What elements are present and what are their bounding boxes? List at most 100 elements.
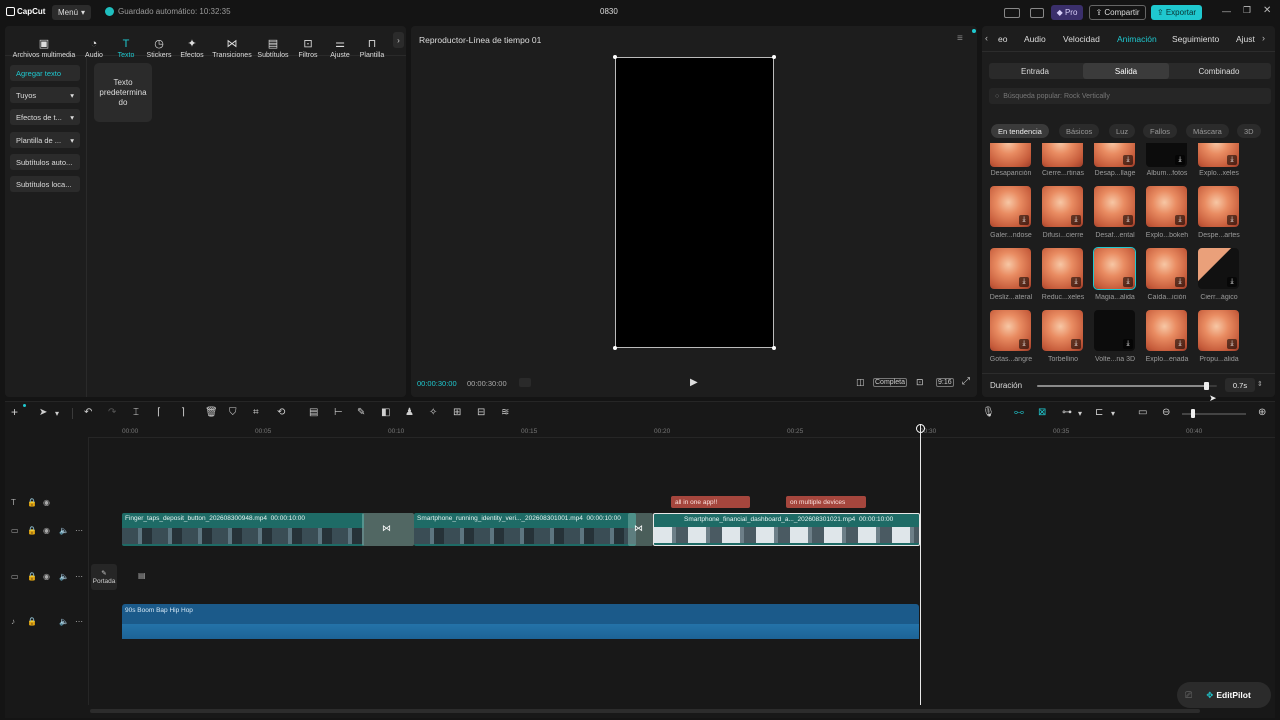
eye-icon[interactable]: ◉ [43, 526, 50, 535]
fit-icon[interactable]: ⊡ [916, 377, 924, 388]
zoom-slider-knob[interactable] [1191, 409, 1195, 418]
chip-3d[interactable]: 3D [1237, 124, 1261, 138]
animation-thumb[interactable]: ⤓ [990, 310, 1031, 351]
microphone-icon[interactable]: 🎙 [982, 407, 995, 418]
mirror-icon[interactable]: ◧ [381, 407, 390, 418]
segment-out[interactable]: Salida [1083, 63, 1169, 79]
animation-thumb[interactable]: ⤓ [1042, 186, 1083, 227]
sidebar-item-yours[interactable]: Tuyos ▾ [10, 87, 80, 103]
tab-video[interactable]: eo [998, 34, 1007, 44]
undo-icon[interactable]: ↶ [84, 407, 92, 418]
lock-icon[interactable]: 🔒 [27, 526, 37, 535]
playhead[interactable] [920, 425, 921, 705]
tab-effects[interactable]: ✦ Efectos [178, 29, 206, 60]
trim-left-icon[interactable]: ⌈ [157, 407, 161, 418]
select-tool-icon[interactable]: ➤ [39, 407, 47, 418]
chat-icon[interactable]: ⎚ [1185, 690, 1192, 701]
magnet-icon[interactable]: ⊠ [1038, 407, 1046, 418]
link-icon[interactable]: ⊶ [1062, 407, 1072, 418]
toolbar-next-icon[interactable]: › [393, 32, 404, 48]
screen-icon[interactable] [1030, 8, 1044, 18]
maximize-icon[interactable]: ❐ [1243, 5, 1251, 16]
editpilot-button[interactable]: ✥ EditPilot [1206, 690, 1251, 701]
tab-stickers[interactable]: ◷ Stickers [144, 29, 174, 60]
tabs-next-icon[interactable]: › [1262, 33, 1265, 43]
tab-subtitles[interactable]: ▤ Subtítulos [256, 29, 290, 60]
tab-text[interactable]: T Texto [113, 29, 139, 60]
video-clip[interactable]: Finger_taps_deposit_button_202608300948.… [122, 513, 364, 546]
editpilot-widget[interactable]: ⎚ ✥ EditPilot [1177, 682, 1271, 708]
tab-tracking[interactable]: Seguimiento [1172, 34, 1219, 44]
tab-adjust[interactable]: Ajust [1236, 34, 1258, 44]
chip-trending[interactable]: En tendencia [991, 124, 1049, 138]
tab-filters[interactable]: ⊡ Filtros [295, 29, 321, 60]
sidebar-item-add-text[interactable]: Agregar texto [10, 65, 80, 81]
animation-thumb[interactable]: ⤓ [1198, 248, 1239, 289]
tab-adjust[interactable]: ⚌ Ajuste [327, 29, 353, 60]
freeze-icon[interactable]: ⊢ [334, 407, 343, 418]
timeline-scrollbar[interactable] [90, 709, 1200, 713]
duration-slider-knob[interactable] [1204, 382, 1210, 390]
cover-button[interactable]: ✎ Portada [91, 564, 117, 590]
preview-canvas[interactable] [615, 57, 774, 348]
more-icon[interactable]: ⋯ [75, 617, 83, 626]
sidebar-item-local-subtitles[interactable]: Subtítulos loca... [10, 176, 80, 192]
animation-thumb[interactable]: ⤓ [1146, 143, 1187, 167]
animation-thumb[interactable]: ⤓ [1094, 143, 1135, 167]
mask-icon[interactable]: ⛉ [229, 407, 237, 418]
tab-media[interactable]: ▣ Archivos multimedia [8, 29, 80, 60]
animation-thumb[interactable]: ⤓ [1198, 143, 1239, 167]
tab-audio[interactable]: ◔ Audio [81, 29, 107, 60]
animation-thumb[interactable]: ⤓ [1198, 186, 1239, 227]
animation-thumb[interactable]: ⤓ [1146, 310, 1187, 351]
resize-handle[interactable] [613, 55, 617, 59]
audio-clip[interactable]: 90s Boom Bap Hip Hop [122, 604, 919, 639]
eye-icon[interactable]: ◉ [43, 498, 50, 507]
timecode-toggle-icon[interactable] [519, 378, 531, 387]
add-track-icon[interactable]: + [11, 405, 18, 419]
tab-audio[interactable]: Audio [1024, 34, 1046, 44]
animation-thumb[interactable] [990, 143, 1031, 167]
search-input[interactable]: ○ Búsqueda popular: Rock Vertically [989, 88, 1271, 104]
video-clip-selected[interactable]: Smartphone_financial_dashboard_a..._2026… [653, 513, 920, 546]
replace-icon[interactable]: ⊟ [477, 407, 485, 418]
split-icon[interactable]: ⌶ [133, 407, 139, 418]
ratio-select[interactable]: 9:16 [936, 378, 954, 387]
tabs-prev-icon[interactable]: ‹ [985, 33, 988, 43]
animation-thumb[interactable]: ⤓ [1094, 310, 1135, 351]
minimize-icon[interactable]: — [1222, 6, 1231, 16]
play-icon[interactable]: ▶ [690, 377, 698, 388]
lock-icon[interactable]: 🔒 [27, 498, 37, 507]
share-button[interactable]: ⇪ Compartir [1089, 5, 1146, 20]
more-icon[interactable]: ⋯ [75, 526, 83, 535]
animation-thumb[interactable]: ⤓ [1042, 310, 1083, 351]
transform-icon[interactable]: ⟲ [277, 407, 285, 418]
stepper-icon[interactable]: ⇕ [1257, 380, 1263, 388]
animation-thumb-selected[interactable]: ⤓ [1093, 247, 1136, 290]
animation-thumb[interactable]: ⤓ [1146, 186, 1187, 227]
chip-basic[interactable]: Básicos [1059, 124, 1100, 138]
lock-icon[interactable]: 🔒 [27, 617, 37, 626]
chevron-down-icon[interactable]: ▾ [1111, 409, 1115, 418]
sidebar-item-auto-subtitles[interactable]: Subtítulos auto... [10, 154, 80, 170]
eye-icon[interactable]: ◉ [43, 572, 50, 581]
camera-icon[interactable]: ◫ [856, 377, 865, 388]
captions-icon[interactable]: ▤ [309, 407, 318, 418]
pro-badge[interactable]: ◆ Pro [1051, 5, 1083, 20]
redo-icon[interactable]: ↷ [108, 407, 116, 418]
chevron-down-icon[interactable]: ▾ [1078, 409, 1082, 418]
segment-combo[interactable]: Combinado [1176, 63, 1262, 79]
animation-thumb[interactable]: ⤓ [1146, 248, 1187, 289]
person-icon[interactable]: ♟ [405, 407, 414, 418]
pen-icon[interactable]: ✎ [357, 407, 365, 418]
volume-icon[interactable]: 🔈 [59, 617, 69, 626]
audio-wave-icon[interactable]: ≋ [501, 407, 509, 418]
animation-thumb[interactable]: ⤓ [990, 248, 1031, 289]
preview-axis-icon[interactable]: ⊏ [1095, 407, 1103, 418]
tab-speed[interactable]: Velocidad [1063, 34, 1100, 44]
duration-input[interactable]: 0.7s [1225, 378, 1255, 392]
transition-block[interactable]: ⋈ [628, 513, 653, 546]
sidebar-item-text-templates[interactable]: Plantilla de ... ▾ [10, 132, 80, 148]
zoom-in-icon[interactable]: ⊕ [1258, 407, 1266, 418]
chip-light[interactable]: Luz [1109, 124, 1136, 138]
